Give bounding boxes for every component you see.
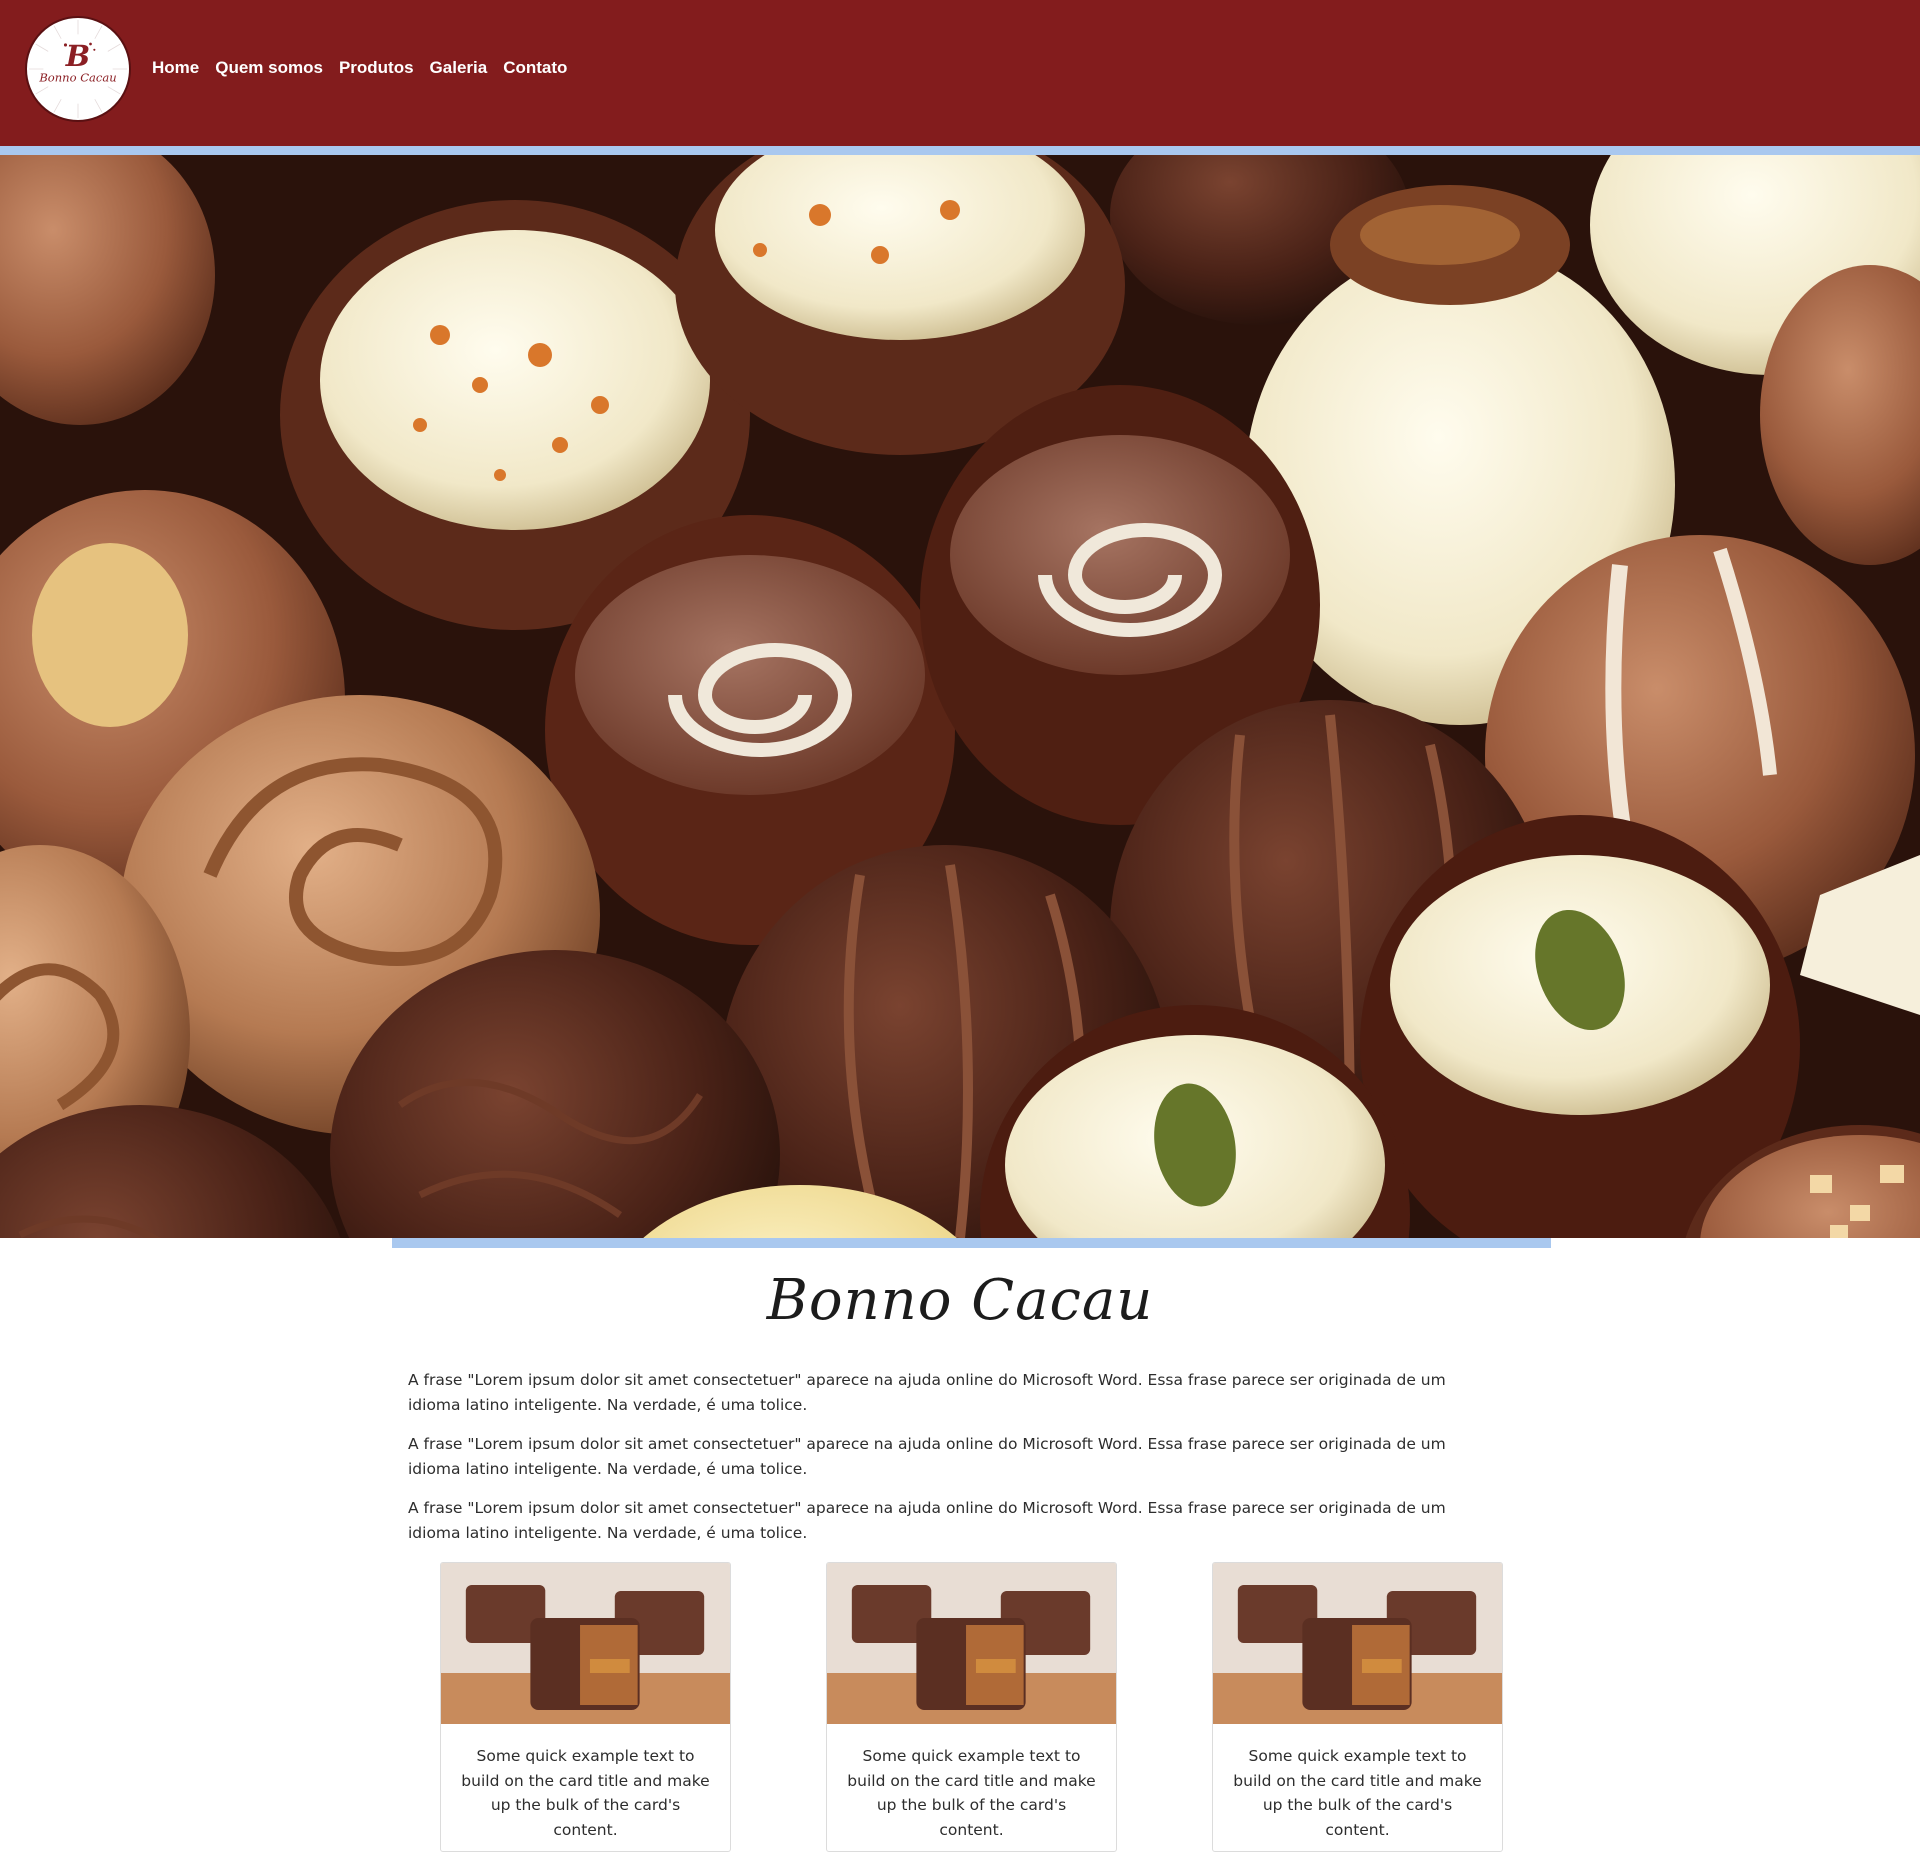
logo-badge-icon: B Bonno Cacau: [28, 19, 128, 119]
nav-item-produtos[interactable]: Produtos: [339, 58, 414, 78]
brand-logo[interactable]: B Bonno Cacau: [25, 16, 131, 122]
nav-item-galeria[interactable]: Galeria: [430, 58, 488, 78]
card-text: Some quick example text to build on the …: [461, 1747, 710, 1839]
header-divider: [0, 146, 1920, 155]
card-text: Some quick example text to build on the …: [847, 1747, 1096, 1839]
about-paragraph: A frase "Lorem ipsum dolor sit amet cons…: [408, 1371, 1446, 1414]
hero-chocolates-image: [0, 155, 1920, 1238]
nav-item-contato[interactable]: Contato: [503, 58, 567, 78]
nav-item-quem-somos[interactable]: Quem somos: [215, 58, 323, 78]
about-section: A frase "Lorem ipsum dolor sit amet cons…: [408, 1368, 1478, 1560]
about-paragraph: A frase "Lorem ipsum dolor sit amet cons…: [408, 1499, 1446, 1542]
card-image: [441, 1563, 730, 1724]
card-text: Some quick example text to build on the …: [1233, 1747, 1482, 1839]
logo-text: Bonno Cacau: [38, 71, 116, 85]
nav-item-home[interactable]: Home: [152, 58, 199, 78]
product-card[interactable]: Some quick example text to build on the …: [440, 1562, 731, 1852]
hero-divider: [392, 1238, 1551, 1248]
site-header: B Bonno Cacau Home Quem somos Produtos G…: [0, 0, 1920, 146]
about-paragraph: A frase "Lorem ipsum dolor sit amet cons…: [408, 1435, 1446, 1478]
logo-letter: B: [65, 39, 90, 73]
main-nav: Home Quem somos Produtos Galeria Contato: [152, 58, 567, 78]
product-card[interactable]: Some quick example text to build on the …: [826, 1562, 1117, 1852]
card-image: [827, 1563, 1116, 1724]
product-cards: Some quick example text to build on the …: [440, 1562, 1504, 1852]
hero-banner: [0, 155, 1920, 1238]
page-title: Bonno Cacau: [766, 1268, 1154, 1333]
card-image: [1213, 1563, 1502, 1724]
product-card[interactable]: Some quick example text to build on the …: [1212, 1562, 1503, 1852]
